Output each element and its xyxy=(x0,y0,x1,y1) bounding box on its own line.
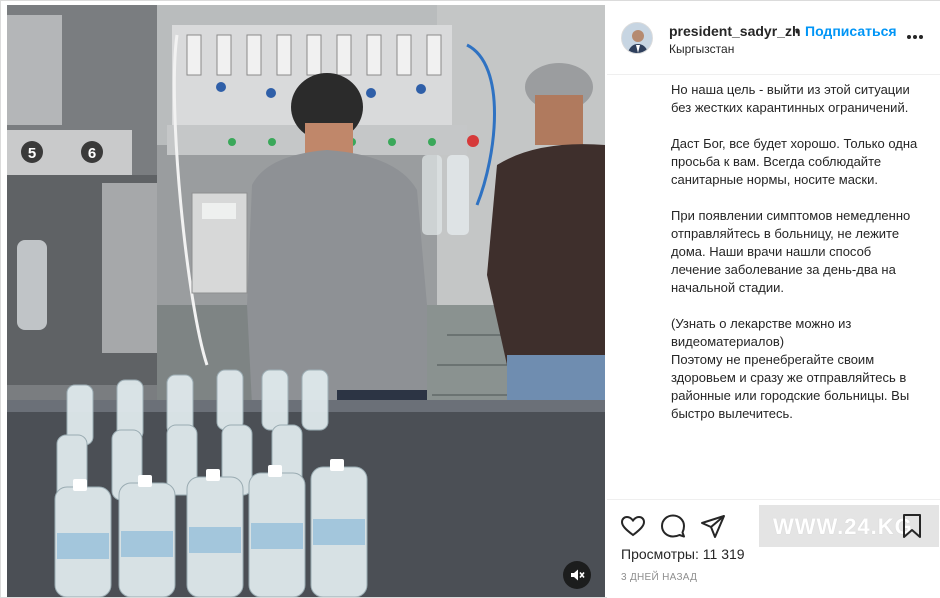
username-link[interactable]: president_sadyr_zh xyxy=(669,23,801,39)
like-button[interactable] xyxy=(619,512,647,540)
bookmark-icon xyxy=(903,514,921,538)
more-horizontal-icon xyxy=(907,35,923,39)
save-button[interactable] xyxy=(901,513,923,539)
profile-photo xyxy=(622,23,652,53)
separator-dot: • xyxy=(795,23,800,39)
follow-button[interactable]: Подписаться xyxy=(805,23,897,39)
paper-plane-icon xyxy=(701,515,725,538)
speaker-muted-icon xyxy=(571,569,585,581)
watermark-text: WWW.24.KG xyxy=(773,514,913,539)
machine-label-5: 5 xyxy=(28,145,36,162)
share-button[interactable] xyxy=(699,512,727,540)
instagram-post: 5 6 president_sadyr_zh • Подписаться Кыр… xyxy=(0,0,940,598)
views-counter[interactable]: Просмотры: 11 319 xyxy=(621,546,745,562)
caption-paragraph: Но наша цель - выйти из этой ситуации бе… xyxy=(671,82,910,115)
caption-paragraph: Поэтому не пренебрегайте своим здоровьем… xyxy=(671,352,910,421)
post-video[interactable]: 5 6 xyxy=(7,5,605,597)
video-frame: 5 6 xyxy=(7,5,605,597)
post-header: president_sadyr_zh • Подписаться Кыргызс… xyxy=(607,1,940,75)
more-options-button[interactable] xyxy=(905,29,925,45)
caption-paragraph: При появлении симптомов немедленно отпра… xyxy=(671,208,911,295)
caption-paragraph: (Узнать о лекарстве можно из видеоматери… xyxy=(671,316,852,349)
location-link[interactable]: Кыргызстан xyxy=(669,42,734,56)
avatar[interactable] xyxy=(621,22,653,54)
views-label: Просмотры: xyxy=(621,546,699,562)
caption-paragraph: Даст Бог, все будет хорошо. Только одна … xyxy=(671,136,918,187)
mute-toggle-button[interactable] xyxy=(563,561,591,589)
post-timestamp[interactable]: 3 дней назад xyxy=(621,572,697,583)
machine-label-6: 6 xyxy=(88,145,96,162)
comment-button[interactable] xyxy=(659,512,687,540)
post-caption: Но наша цель - выйти из этой ситуации бе… xyxy=(671,81,923,491)
heart-icon xyxy=(620,515,646,537)
comment-icon xyxy=(661,514,685,538)
views-count: 11 319 xyxy=(702,546,745,562)
